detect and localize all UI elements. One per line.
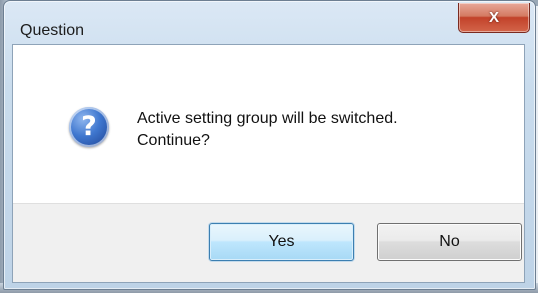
message-area: ? Active setting group will be switched.… (13, 45, 524, 203)
message-line-2: Continue? (137, 132, 210, 149)
close-icon: X (488, 9, 499, 26)
dialog-title: Question (20, 22, 85, 39)
close-button[interactable]: X (458, 3, 530, 33)
no-button[interactable]: No (377, 223, 522, 261)
message-line-1: Active setting group will be switched. (137, 110, 398, 127)
question-icon: ? (69, 107, 109, 147)
yes-button[interactable]: Yes (209, 223, 354, 261)
dialog-message: Active setting group will be switched. C… (137, 108, 497, 152)
question-mark-glyph: ? (81, 111, 97, 142)
title-bar[interactable]: Question (4, 1, 535, 39)
